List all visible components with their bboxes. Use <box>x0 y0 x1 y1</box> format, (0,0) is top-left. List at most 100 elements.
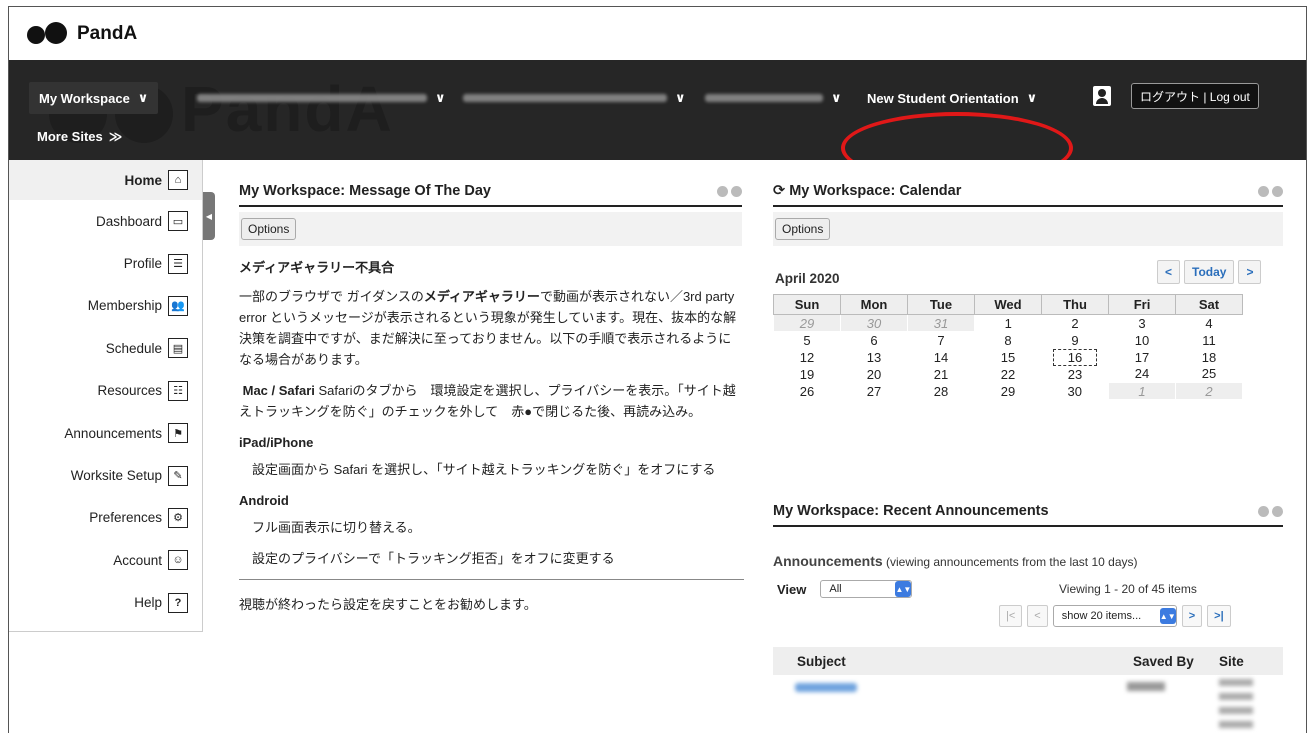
announcement-subject-link[interactable] <box>795 683 857 692</box>
calendar-today-button[interactable]: Today <box>1184 260 1235 284</box>
link-icon[interactable] <box>1258 185 1269 197</box>
col-site[interactable]: Site <box>1219 654 1244 669</box>
chevron-down-icon: ∨ <box>435 90 446 105</box>
sidebar-item-help[interactable]: Help? <box>9 582 202 624</box>
sidebar-item-dashboard[interactable]: Dashboard ▭ <box>9 200 202 242</box>
link-icon[interactable] <box>717 185 728 197</box>
viewing-count: Viewing 1 - 20 of 45 items <box>1059 582 1197 596</box>
calendar-day-cell[interactable]: 7 <box>908 332 975 349</box>
calendar-day-cell[interactable]: 4 <box>1176 315 1243 332</box>
sidebar-item-schedule[interactable]: Schedule ▤ <box>9 327 202 369</box>
calendar-day-cell[interactable]: 22 <box>975 366 1042 383</box>
sidebar-item-announcements[interactable]: Announcements ⚑ <box>9 412 202 454</box>
sidebar-item-resources[interactable]: Resources ☷ <box>9 370 202 412</box>
col-saved-by[interactable]: Saved By <box>1133 654 1194 669</box>
motd-options-button[interactable]: Options <box>241 218 297 240</box>
more-sites-button[interactable]: More Sites ≫ <box>37 129 122 145</box>
sidebar-item-home[interactable]: Home ⌂ <box>9 160 202 200</box>
calendar-next-button[interactable]: > <box>1238 260 1262 284</box>
announcement-site <box>1219 679 1253 733</box>
col-subject[interactable]: Subject <box>797 654 846 669</box>
membership-icon: 👥 <box>168 295 188 316</box>
announcements-subtitle: Announcements (viewing announcements fro… <box>773 553 1138 569</box>
motd-divider <box>239 579 744 580</box>
pager: |< < show 20 items... ▲▼ > >| <box>999 605 1231 627</box>
help-icon[interactable] <box>1272 185 1283 197</box>
calendar-day-cell[interactable]: 9 <box>1042 332 1109 349</box>
calendar-day-cell[interactable]: 2 <box>1042 315 1109 332</box>
sidebar-item-worksite-setup[interactable]: Worksite Setup ✎ <box>9 454 202 496</box>
prev-page-button[interactable]: < <box>1027 605 1048 627</box>
calendar-day-cell[interactable]: 25 <box>1176 366 1243 383</box>
view-label: View <box>777 581 807 597</box>
calendar-day-cell[interactable]: 27 <box>841 383 908 400</box>
calendar-options-bar: Options <box>773 212 1283 246</box>
logout-button[interactable]: ログアウト | Log out <box>1131 83 1259 109</box>
sidebar-item-profile[interactable]: Profile ☰ <box>9 242 202 284</box>
calendar-day-cell[interactable]: 8 <box>975 332 1042 349</box>
last-page-button[interactable]: >| <box>1207 605 1231 627</box>
site-tab-blurred-3[interactable]: ∨ <box>695 82 852 114</box>
calendar-options-button[interactable]: Options <box>775 218 831 240</box>
calendar-day-cell[interactable]: 14 <box>908 349 975 366</box>
calendar-day-cell[interactable]: 19 <box>774 366 841 383</box>
help-icon[interactable] <box>1272 505 1283 517</box>
calendar-day-cell[interactable]: 26 <box>774 383 841 400</box>
site-tab-new-student-orientation[interactable]: New Student Orientation ∨ <box>857 82 1047 114</box>
calendar-day-cell[interactable]: 2 <box>1175 382 1243 400</box>
first-page-button[interactable]: |< <box>999 605 1023 627</box>
calendar-day-cell[interactable]: 31 <box>907 314 975 332</box>
link-icon[interactable] <box>1258 505 1269 517</box>
sidebar-item-label: Announcements <box>64 425 162 441</box>
calendar-day-cell[interactable]: 24 <box>1109 366 1176 383</box>
calendar-day-cell[interactable]: 30 <box>1042 383 1109 400</box>
calendar-day-header: Fri <box>1108 294 1176 315</box>
refresh-icon[interactable]: ⟳ <box>773 183 789 199</box>
calendar-day-cell[interactable]: 29 <box>975 383 1042 400</box>
calendar-day-cell[interactable]: 20 <box>841 366 908 383</box>
next-page-button[interactable]: > <box>1181 605 1203 627</box>
calendar-day-cell[interactable]: 21 <box>908 366 975 383</box>
calendar-day-cell[interactable]: 10 <box>1109 332 1176 349</box>
calendar-day-cell[interactable]: 1 <box>975 315 1042 332</box>
motd-heading: メディアギャラリー不具合 <box>239 260 395 275</box>
view-select[interactable]: All ▲▼ <box>820 580 913 598</box>
sidebar-item-account[interactable]: Account ☺ <box>9 539 202 581</box>
calendar-day-cell[interactable]: 30 <box>840 314 908 332</box>
site-tab-blurred-1[interactable]: ∨ <box>187 82 456 114</box>
site-tab-my-workspace[interactable]: My Workspace ∨ <box>29 82 159 114</box>
calendar-prev-button[interactable]: < <box>1157 260 1181 284</box>
help-icon[interactable] <box>731 185 742 197</box>
sidebar-item-label: Home <box>124 172 162 188</box>
calendar-day-header: Sun <box>773 294 841 315</box>
calendar-day-cell[interactable]: 5 <box>774 332 841 349</box>
account-icon: ☺ <box>168 550 188 571</box>
calendar-day-cell[interactable]: 3 <box>1109 315 1176 332</box>
motd-android-heading: Android <box>239 493 289 508</box>
calendar-day-cell[interactable]: 28 <box>908 383 975 400</box>
sidebar-item-membership[interactable]: Membership 👥 <box>9 285 202 327</box>
calendar-day-cell[interactable]: 13 <box>841 349 908 366</box>
calendar-day-cell[interactable]: 1 <box>1108 382 1176 400</box>
chevron-down-icon: ∨ <box>1026 90 1038 105</box>
calendar-day-header: Wed <box>974 294 1042 315</box>
sidebar-item-label: Account <box>113 552 162 568</box>
calendar-day-cell[interactable]: 11 <box>1176 332 1243 349</box>
calendar-day-cell[interactable]: 29 <box>773 314 841 332</box>
site-tab-blurred-2[interactable]: ∨ <box>453 82 696 114</box>
calendar-day-cell[interactable]: 12 <box>774 349 841 366</box>
calendar-day-cell[interactable]: 17 <box>1109 349 1176 366</box>
page-size-select[interactable]: show 20 items... ▲▼ <box>1052 605 1177 627</box>
motd-mac-paragraph: Mac / Safari Safariのタブから 環境設定を選択し、プライバシー… <box>239 383 736 419</box>
calendar-day-header: Tue <box>907 294 975 315</box>
motd-footer: 視聴が終わったら設定を戻すことをお勧めします。 <box>239 597 537 612</box>
calendar-day-cell[interactable]: 6 <box>841 332 908 349</box>
calendar-day-cell[interactable]: 23 <box>1042 366 1109 383</box>
calendar-day-cell[interactable]: 15 <box>975 349 1042 366</box>
collapse-sidebar-handle[interactable]: ◀ <box>203 192 215 240</box>
calendar-day-cell[interactable]: 16 <box>1042 348 1109 366</box>
sidebar-item-label: Resources <box>97 383 162 399</box>
calendar-day-cell[interactable]: 18 <box>1176 349 1243 366</box>
sidebar-item-preferences[interactable]: Preferences ⚙ <box>9 497 202 539</box>
user-account-icon[interactable] <box>1093 86 1111 106</box>
